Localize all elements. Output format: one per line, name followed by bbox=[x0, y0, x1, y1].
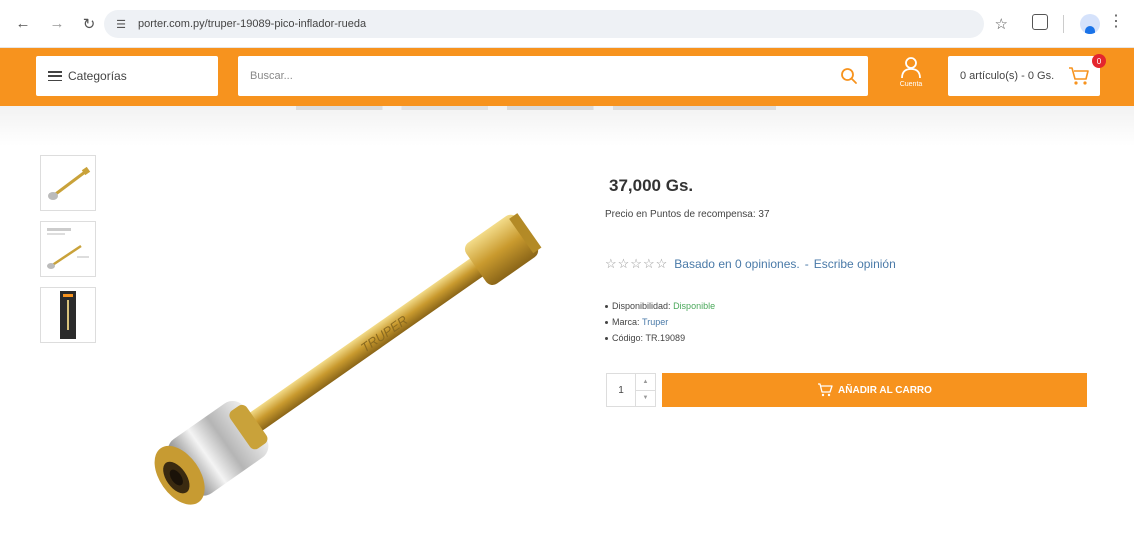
toolbar-divider bbox=[1063, 15, 1064, 33]
address-bar[interactable]: ☰ porter.com.py/truper-19089-pico-inflad… bbox=[104, 10, 984, 38]
menu-icon[interactable]: ⋮ bbox=[1108, 14, 1124, 30]
quantity-stepper: ▲ ▼ bbox=[606, 373, 656, 407]
add-to-cart-button[interactable]: AÑADIR AL CARRO bbox=[662, 373, 1087, 407]
product-price: 37,000 Gs. bbox=[609, 176, 694, 195]
product-diagram-thumbnail-icon bbox=[47, 228, 89, 269]
quantity-input[interactable] bbox=[607, 374, 635, 406]
bookmark-star-icon[interactable]: ☆ bbox=[995, 15, 1008, 33]
hamburger-icon bbox=[48, 71, 62, 81]
write-review-link[interactable]: Escribe opinión bbox=[814, 257, 896, 271]
cart-icon bbox=[1069, 67, 1089, 85]
extensions-icon[interactable] bbox=[1032, 14, 1048, 30]
search-input[interactable] bbox=[250, 70, 830, 82]
rating-row: ☆☆☆☆☆ Basado en 0 opiniones. - Escribe o… bbox=[605, 256, 896, 272]
availability-value: Disponible bbox=[673, 301, 716, 311]
brand-item: Marca: Truper bbox=[605, 314, 715, 330]
availability-label: Disponibilidad: bbox=[612, 301, 671, 311]
reviews-link[interactable]: Basado en 0 opiniones. bbox=[674, 257, 799, 271]
code-value: TR.19089 bbox=[645, 333, 686, 343]
cart-button[interactable]: 0 artículo(s) - 0 Gs. bbox=[948, 56, 1100, 96]
packaging-thumbnail-icon bbox=[60, 291, 76, 339]
url-text[interactable]: porter.com.py/truper-19089-pico-inflador… bbox=[138, 18, 366, 30]
thumbnail-3[interactable] bbox=[40, 287, 96, 343]
brand-label: Marca: bbox=[612, 317, 640, 327]
product-specs: Disponibilidad: Disponible Marca: Truper… bbox=[605, 298, 715, 346]
rating-stars-icon: ☆☆☆☆☆ bbox=[605, 256, 669, 271]
product-thumbnail-icon bbox=[48, 166, 91, 200]
search-bar bbox=[238, 56, 868, 96]
back-icon[interactable]: ← bbox=[12, 13, 34, 35]
code-label: Código: bbox=[612, 333, 644, 343]
thumbnail-2[interactable] bbox=[40, 221, 96, 277]
add-to-cart-label: AÑADIR AL CARRO bbox=[838, 384, 932, 396]
site-header: Categorías Cuenta 0 artículo(s) - 0 Gs. bbox=[0, 48, 1134, 106]
cart-count-badge: 0 bbox=[1092, 54, 1106, 68]
account-label: Cuenta bbox=[899, 81, 923, 88]
cart-icon bbox=[818, 383, 833, 397]
site-settings-icon[interactable]: ☰ bbox=[112, 15, 130, 33]
categories-label: Categorías bbox=[68, 69, 127, 83]
quantity-arrows: ▲ ▼ bbox=[635, 374, 655, 406]
reload-icon[interactable]: ↻ bbox=[78, 13, 100, 35]
profile-icon[interactable] bbox=[1080, 14, 1100, 34]
product-title-cutoff bbox=[296, 106, 776, 120]
quantity-down-icon[interactable]: ▼ bbox=[636, 391, 655, 407]
thumbnail-1[interactable] bbox=[40, 155, 96, 211]
brand-link[interactable]: Truper bbox=[642, 314, 668, 330]
code-item: Código: TR.19089 bbox=[605, 330, 715, 346]
reward-points: Precio en Puntos de recompensa: 37 bbox=[605, 209, 770, 220]
browser-toolbar: ← → ↻ ☰ porter.com.py/truper-19089-pico-… bbox=[0, 0, 1134, 48]
quantity-up-icon[interactable]: ▲ bbox=[636, 374, 655, 391]
forward-icon[interactable]: → bbox=[46, 13, 68, 35]
availability-item: Disponibilidad: Disponible bbox=[605, 298, 715, 314]
categories-button[interactable]: Categorías bbox=[36, 56, 218, 96]
search-icon[interactable] bbox=[840, 67, 858, 85]
rating-separator: - bbox=[804, 257, 809, 271]
account-button[interactable]: Cuenta bbox=[893, 56, 929, 98]
user-icon bbox=[901, 57, 921, 79]
cart-summary: 0 artículo(s) - 0 Gs. bbox=[960, 70, 1055, 82]
product-image: TRUPER bbox=[154, 213, 542, 505]
